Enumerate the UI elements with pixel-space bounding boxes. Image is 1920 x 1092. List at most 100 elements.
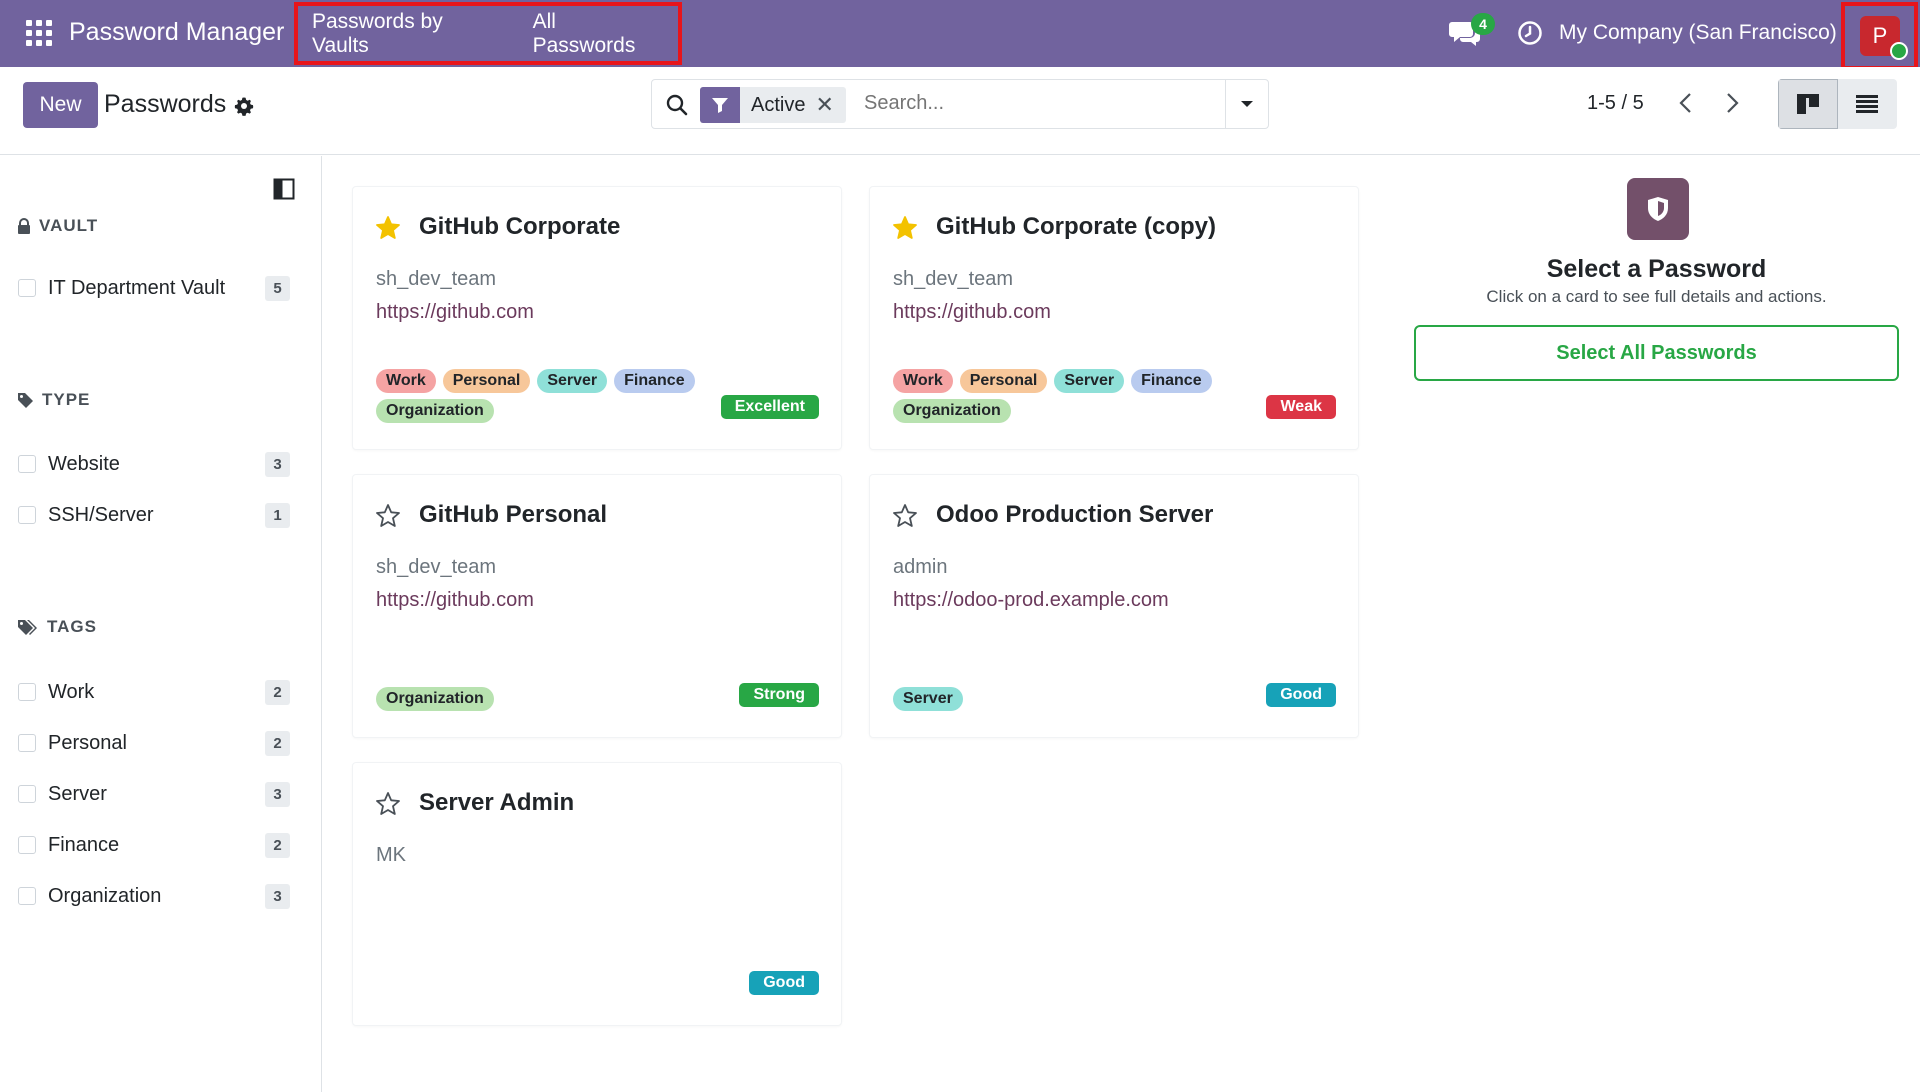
checkbox[interactable] bbox=[18, 506, 36, 524]
checkbox[interactable] bbox=[18, 279, 36, 297]
filter-tag-finance[interactable]: Finance 2 bbox=[18, 830, 290, 860]
filter-tag-work[interactable]: Work 2 bbox=[18, 677, 290, 707]
tag-work: Work bbox=[376, 369, 436, 393]
strength-badge: Excellent bbox=[720, 395, 819, 419]
detail-subtitle: Click on a card to see full details and … bbox=[1486, 287, 1827, 306]
star-outline-icon[interactable] bbox=[375, 503, 401, 529]
search-bar: Active ✕ bbox=[651, 79, 1269, 129]
count-badge: 2 bbox=[265, 730, 290, 756]
chat-count-badge: 4 bbox=[1471, 13, 1495, 35]
password-card[interactable]: Odoo Production Server admin https://odoo-… bbox=[869, 474, 1359, 738]
tag-personal: Personal bbox=[442, 369, 531, 393]
card-tags: Work Personal Server Finance Organization bbox=[893, 369, 1253, 423]
card-title: Server Admin bbox=[419, 789, 575, 816]
filter-tag-organization[interactable]: Organization 3 bbox=[18, 881, 290, 911]
search-input[interactable] bbox=[864, 92, 1214, 115]
card-url-link[interactable]: https://github.com bbox=[893, 301, 1051, 324]
star-filled-icon[interactable] bbox=[375, 215, 401, 241]
list-icon bbox=[1856, 95, 1879, 113]
checkbox[interactable] bbox=[18, 887, 36, 905]
tag-work: Work bbox=[893, 369, 953, 393]
company-switcher[interactable]: My Company (San Francisco) bbox=[1559, 21, 1837, 45]
menu-all-passwords[interactable]: All Passwords bbox=[533, 10, 664, 58]
password-card[interactable]: GitHub Corporate (copy) sh_dev_team https:… bbox=[869, 186, 1359, 450]
online-status-icon bbox=[1890, 42, 1908, 60]
main-menu: Passwords by Vaults All Passwords bbox=[294, 2, 682, 65]
checkbox[interactable] bbox=[18, 785, 36, 803]
tags-heading: TAGS bbox=[17, 617, 97, 637]
gear-icon[interactable] bbox=[234, 96, 254, 116]
tags-icon bbox=[18, 619, 37, 635]
user-menu[interactable]: P bbox=[1841, 2, 1918, 70]
strength-badge: Good bbox=[1266, 683, 1336, 707]
search-options-toggle[interactable] bbox=[1225, 80, 1268, 128]
filter-type-website[interactable]: Website 3 bbox=[18, 449, 290, 479]
list-view-button[interactable] bbox=[1837, 79, 1897, 129]
tag-personal: Personal bbox=[959, 369, 1048, 393]
card-url-link[interactable]: https://github.com bbox=[376, 301, 534, 324]
card-title: GitHub Corporate bbox=[419, 213, 621, 240]
type-heading: TYPE bbox=[17, 390, 90, 410]
app-brand[interactable]: Password Manager bbox=[69, 18, 284, 47]
count-badge: 3 bbox=[265, 451, 290, 477]
checkbox[interactable] bbox=[18, 455, 36, 473]
menu-passwords-by-vaults[interactable]: Passwords by Vaults bbox=[312, 10, 505, 58]
card-title: Odoo Production Server bbox=[936, 501, 1214, 528]
control-panel: New Passwords Active ✕ 1-5 / 5 bbox=[0, 67, 1920, 155]
star-outline-icon[interactable] bbox=[892, 503, 918, 529]
filter-tag-server[interactable]: Server 3 bbox=[18, 779, 290, 809]
facet-label: Active bbox=[751, 93, 806, 116]
checkbox[interactable] bbox=[18, 836, 36, 854]
tag-organization: Organization bbox=[893, 399, 1011, 423]
star-filled-icon[interactable] bbox=[892, 215, 918, 241]
card-login: sh_dev_team bbox=[376, 556, 497, 578]
tag-server: Server bbox=[893, 687, 963, 711]
detail-title: Select a Password bbox=[1546, 255, 1767, 283]
app-grid-icon[interactable] bbox=[26, 20, 52, 46]
collapse-panel-icon[interactable] bbox=[273, 178, 295, 200]
count-badge: 3 bbox=[265, 883, 290, 909]
count-badge: 3 bbox=[265, 781, 290, 807]
filter-tag-personal[interactable]: Personal 2 bbox=[18, 728, 290, 758]
chevron-right-icon[interactable] bbox=[1721, 91, 1743, 115]
password-card[interactable]: GitHub Corporate sh_dev_team https://githu… bbox=[352, 186, 842, 450]
kanban-view-button[interactable] bbox=[1778, 79, 1838, 129]
search-panel: VAULT IT Department Vault 5 TYPE Website… bbox=[0, 156, 322, 1092]
password-card[interactable]: GitHub Personal sh_dev_team https://github… bbox=[352, 474, 842, 738]
count-badge: 2 bbox=[265, 679, 290, 705]
shield-icon bbox=[1627, 178, 1689, 240]
tag-organization: Organization bbox=[376, 687, 494, 711]
pager-value[interactable]: 1-5 / 5 bbox=[1587, 92, 1644, 115]
strength-badge: Weak bbox=[1266, 395, 1336, 419]
card-title: GitHub Corporate (copy) bbox=[936, 213, 1216, 240]
filter-icon bbox=[700, 87, 740, 123]
clock-icon[interactable] bbox=[1517, 20, 1543, 46]
filter-vault-it-department[interactable]: IT Department Vault 5 bbox=[18, 273, 290, 303]
detail-panel: Select a Password Click on a card to see… bbox=[1393, 156, 1920, 1092]
search-icon[interactable] bbox=[665, 93, 689, 117]
card-login: admin bbox=[893, 556, 948, 578]
filter-type-ssh-server[interactable]: SSH/Server 1 bbox=[18, 500, 290, 530]
vault-heading: VAULT bbox=[17, 216, 98, 236]
card-title: GitHub Personal bbox=[419, 501, 608, 528]
card-url-link[interactable]: https://odoo-prod.example.com bbox=[893, 589, 1169, 612]
card-login: sh_dev_team bbox=[893, 268, 1014, 290]
star-outline-icon[interactable] bbox=[375, 791, 401, 817]
card-url-link[interactable]: https://github.com bbox=[376, 589, 534, 612]
card-login: MK bbox=[376, 844, 406, 866]
page-title: Passwords bbox=[104, 90, 227, 118]
checkbox[interactable] bbox=[18, 734, 36, 752]
count-badge: 2 bbox=[265, 832, 290, 858]
password-card[interactable]: Server Admin MK Good bbox=[352, 762, 842, 1026]
card-tags: Server bbox=[893, 687, 1253, 711]
select-all-passwords-button[interactable]: Select All Passwords bbox=[1414, 325, 1899, 381]
card-tags: Organization bbox=[376, 687, 736, 711]
tag-finance: Finance bbox=[614, 369, 695, 393]
checkbox[interactable] bbox=[18, 683, 36, 701]
remove-facet-icon[interactable]: ✕ bbox=[815, 92, 845, 118]
new-button[interactable]: New bbox=[23, 82, 98, 128]
strength-badge: Good bbox=[749, 971, 819, 995]
view-switcher bbox=[1778, 79, 1897, 129]
count-badge: 5 bbox=[265, 275, 290, 301]
chevron-left-icon[interactable] bbox=[1675, 91, 1697, 115]
